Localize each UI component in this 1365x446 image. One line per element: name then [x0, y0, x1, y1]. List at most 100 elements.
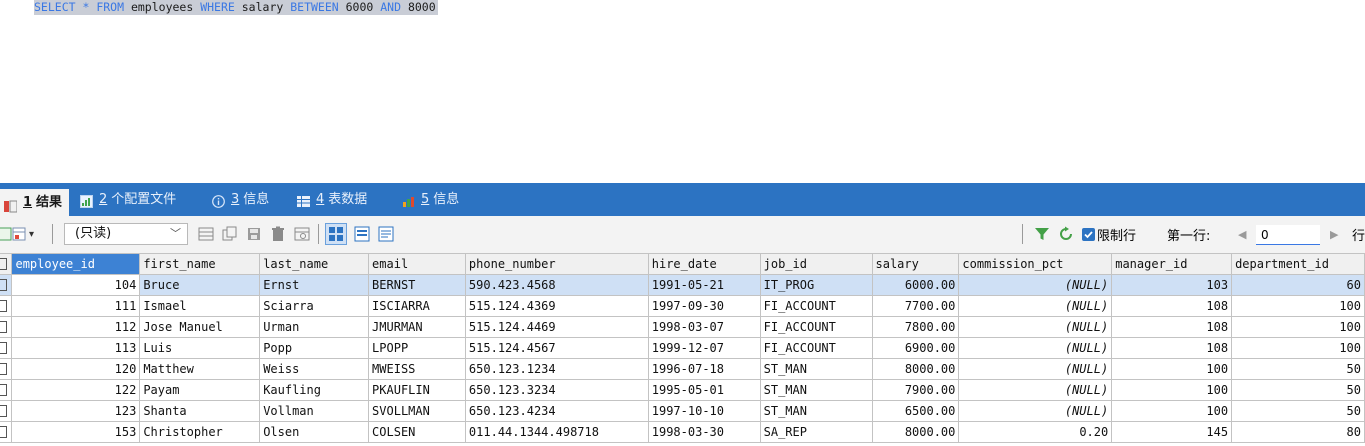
chevron-down-icon[interactable]: ▾ — [29, 229, 34, 240]
save-icon[interactable] — [246, 225, 262, 243]
tab-results[interactable]: 1 结果 — [0, 189, 70, 216]
insert-row-icon[interactable] — [198, 225, 214, 243]
row-checkbox[interactable] — [0, 358, 13, 380]
table-row[interactable]: 153 Christopher Olsen COLSEN 011.44.1344.498… — [0, 421, 1365, 443]
table-cell[interactable]: Christopher — [139, 421, 261, 443]
table-cell[interactable]: FI_ACCOUNT — [759, 337, 873, 359]
table-cell[interactable]: Ernst — [259, 274, 370, 296]
table-cell[interactable]: 80 — [1231, 421, 1365, 443]
grid-mode-select[interactable]: (只读) ﹀ — [64, 223, 188, 245]
table-cell[interactable]: (NULL) — [958, 316, 1113, 338]
table-cell[interactable]: Kaufling — [259, 379, 370, 401]
limit-rows-checkbox[interactable]: 限制行 — [1082, 225, 1136, 244]
table-row[interactable]: 113 Luis Popp LPOPP 515.124.4567 1999-12-07 FI… — [0, 337, 1365, 359]
table-cell[interactable]: 50 — [1231, 358, 1365, 380]
table-cell[interactable]: IT_PROG — [759, 274, 873, 296]
table-cell[interactable]: 60 — [1231, 274, 1365, 296]
form-view-icon[interactable] — [354, 225, 370, 243]
table-cell[interactable]: 515.124.4567 — [464, 337, 649, 359]
table-cell[interactable]: 145 — [1111, 421, 1233, 443]
table-cell[interactable]: 120 — [11, 358, 141, 380]
table-cell[interactable]: Luis — [139, 337, 261, 359]
table-cell[interactable]: 1991-05-21 — [647, 274, 761, 296]
table-row[interactable]: 122 Payam Kaufling PKAUFLIN 650.123.3234 1995… — [0, 379, 1365, 401]
table-cell[interactable]: 650.123.4234 — [464, 400, 649, 422]
table-cell[interactable]: 111 — [11, 295, 141, 317]
table-cell[interactable]: Ismael — [139, 295, 261, 317]
filter-icon[interactable] — [1034, 225, 1050, 243]
table-cell[interactable]: Urman — [259, 316, 370, 338]
table-row[interactable]: 120 Matthew Weiss MWEISS 650.123.1234 1996-07… — [0, 358, 1365, 380]
grid-options-icon[interactable]: ▾ — [12, 225, 34, 243]
column-header-job-id[interactable]: job_id — [759, 253, 873, 275]
tab-info-2[interactable]: 5 信息 — [402, 189, 459, 211]
table-cell[interactable]: 50 — [1231, 400, 1365, 422]
table-cell[interactable]: 123 — [11, 400, 141, 422]
row-checkbox[interactable] — [0, 421, 13, 443]
column-header-first-name[interactable]: first_name — [139, 253, 261, 275]
table-cell[interactable]: FI_ACCOUNT — [759, 295, 873, 317]
row-checkbox[interactable] — [0, 400, 13, 422]
table-cell[interactable]: SA_REP — [759, 421, 873, 443]
table-cell[interactable]: 650.123.1234 — [464, 358, 649, 380]
table-cell[interactable]: ST_MAN — [759, 400, 873, 422]
table-cell[interactable]: PKAUFLIN — [368, 379, 466, 401]
table-cell[interactable]: 100 — [1111, 400, 1233, 422]
table-cell[interactable]: Popp — [259, 337, 370, 359]
next-page-icon[interactable]: ▶ — [1330, 225, 1338, 243]
column-header-department-id[interactable]: department_id — [1231, 253, 1365, 275]
table-cell[interactable]: (NULL) — [958, 295, 1113, 317]
table-cell[interactable]: 0.20 — [958, 421, 1113, 443]
table-cell[interactable]: 100 — [1231, 316, 1365, 338]
table-cell[interactable]: 122 — [11, 379, 141, 401]
result-grid[interactable]: employee_id first_name last_name email phone… — [0, 253, 1365, 446]
table-cell[interactable]: 650.123.3234 — [464, 379, 649, 401]
table-cell[interactable]: 515.124.4369 — [464, 295, 649, 317]
table-cell[interactable]: 6500.00 — [871, 400, 960, 422]
table-cell[interactable]: Weiss — [259, 358, 370, 380]
column-header-commission-pct[interactable]: commission_pct — [958, 253, 1113, 275]
table-cell[interactable]: MWEISS — [368, 358, 466, 380]
prev-page-icon[interactable]: ◀ — [1238, 225, 1246, 243]
first-row-input[interactable]: 0 — [1256, 225, 1320, 245]
table-row[interactable]: 123 Shanta Vollman SVOLLMAN 650.123.4234 1997… — [0, 400, 1365, 422]
column-header-hire-date[interactable]: hire_date — [647, 253, 761, 275]
column-header-email[interactable]: email — [368, 253, 466, 275]
table-row[interactable]: 111 Ismael Sciarra ISCIARRA 515.124.4369 1997… — [0, 295, 1365, 317]
table-cell[interactable]: JMURMAN — [368, 316, 466, 338]
table-cell[interactable]: 104 — [11, 274, 141, 296]
sql-query-text[interactable]: SELECT * FROM employees WHERE salary BET… — [34, 0, 438, 15]
table-cell[interactable]: (NULL) — [958, 274, 1113, 296]
table-cell[interactable]: 7800.00 — [871, 316, 960, 338]
table-cell[interactable]: FI_ACCOUNT — [759, 316, 873, 338]
row-checkbox[interactable] — [0, 295, 13, 317]
table-cell[interactable]: 1997-10-10 — [647, 400, 761, 422]
table-cell[interactable]: 6000.00 — [871, 274, 960, 296]
table-cell[interactable]: 8000.00 — [871, 358, 960, 380]
table-cell[interactable]: Olsen — [259, 421, 370, 443]
table-cell[interactable]: COLSEN — [368, 421, 466, 443]
table-cell[interactable]: 153 — [11, 421, 141, 443]
table-cell[interactable]: Shanta — [139, 400, 261, 422]
table-cell[interactable]: 1998-03-07 — [647, 316, 761, 338]
table-cell[interactable]: 1997-09-30 — [647, 295, 761, 317]
table-cell[interactable]: 100 — [1111, 358, 1233, 380]
table-cell[interactable]: 1999-12-07 — [647, 337, 761, 359]
table-cell[interactable]: Matthew — [139, 358, 261, 380]
table-cell[interactable]: 1995-05-01 — [647, 379, 761, 401]
row-checkbox[interactable] — [0, 379, 13, 401]
table-cell[interactable]: Jose Manuel — [139, 316, 261, 338]
table-cell[interactable]: 7700.00 — [871, 295, 960, 317]
table-cell[interactable]: 113 — [11, 337, 141, 359]
table-cell[interactable]: (NULL) — [958, 337, 1113, 359]
table-cell[interactable]: ST_MAN — [759, 358, 873, 380]
copy-row-icon[interactable] — [222, 225, 238, 243]
sql-editor[interactable]: SELECT * FROM employees WHERE salary BET… — [0, 0, 1365, 183]
table-cell[interactable]: 108 — [1111, 337, 1233, 359]
grid-view-icon[interactable] — [325, 223, 347, 245]
table-cell[interactable]: (NULL) — [958, 379, 1113, 401]
table-cell[interactable]: 100 — [1111, 379, 1233, 401]
column-header-employee-id[interactable]: employee_id — [11, 253, 141, 275]
table-cell[interactable]: 100 — [1231, 337, 1365, 359]
table-cell[interactable]: Sciarra — [259, 295, 370, 317]
